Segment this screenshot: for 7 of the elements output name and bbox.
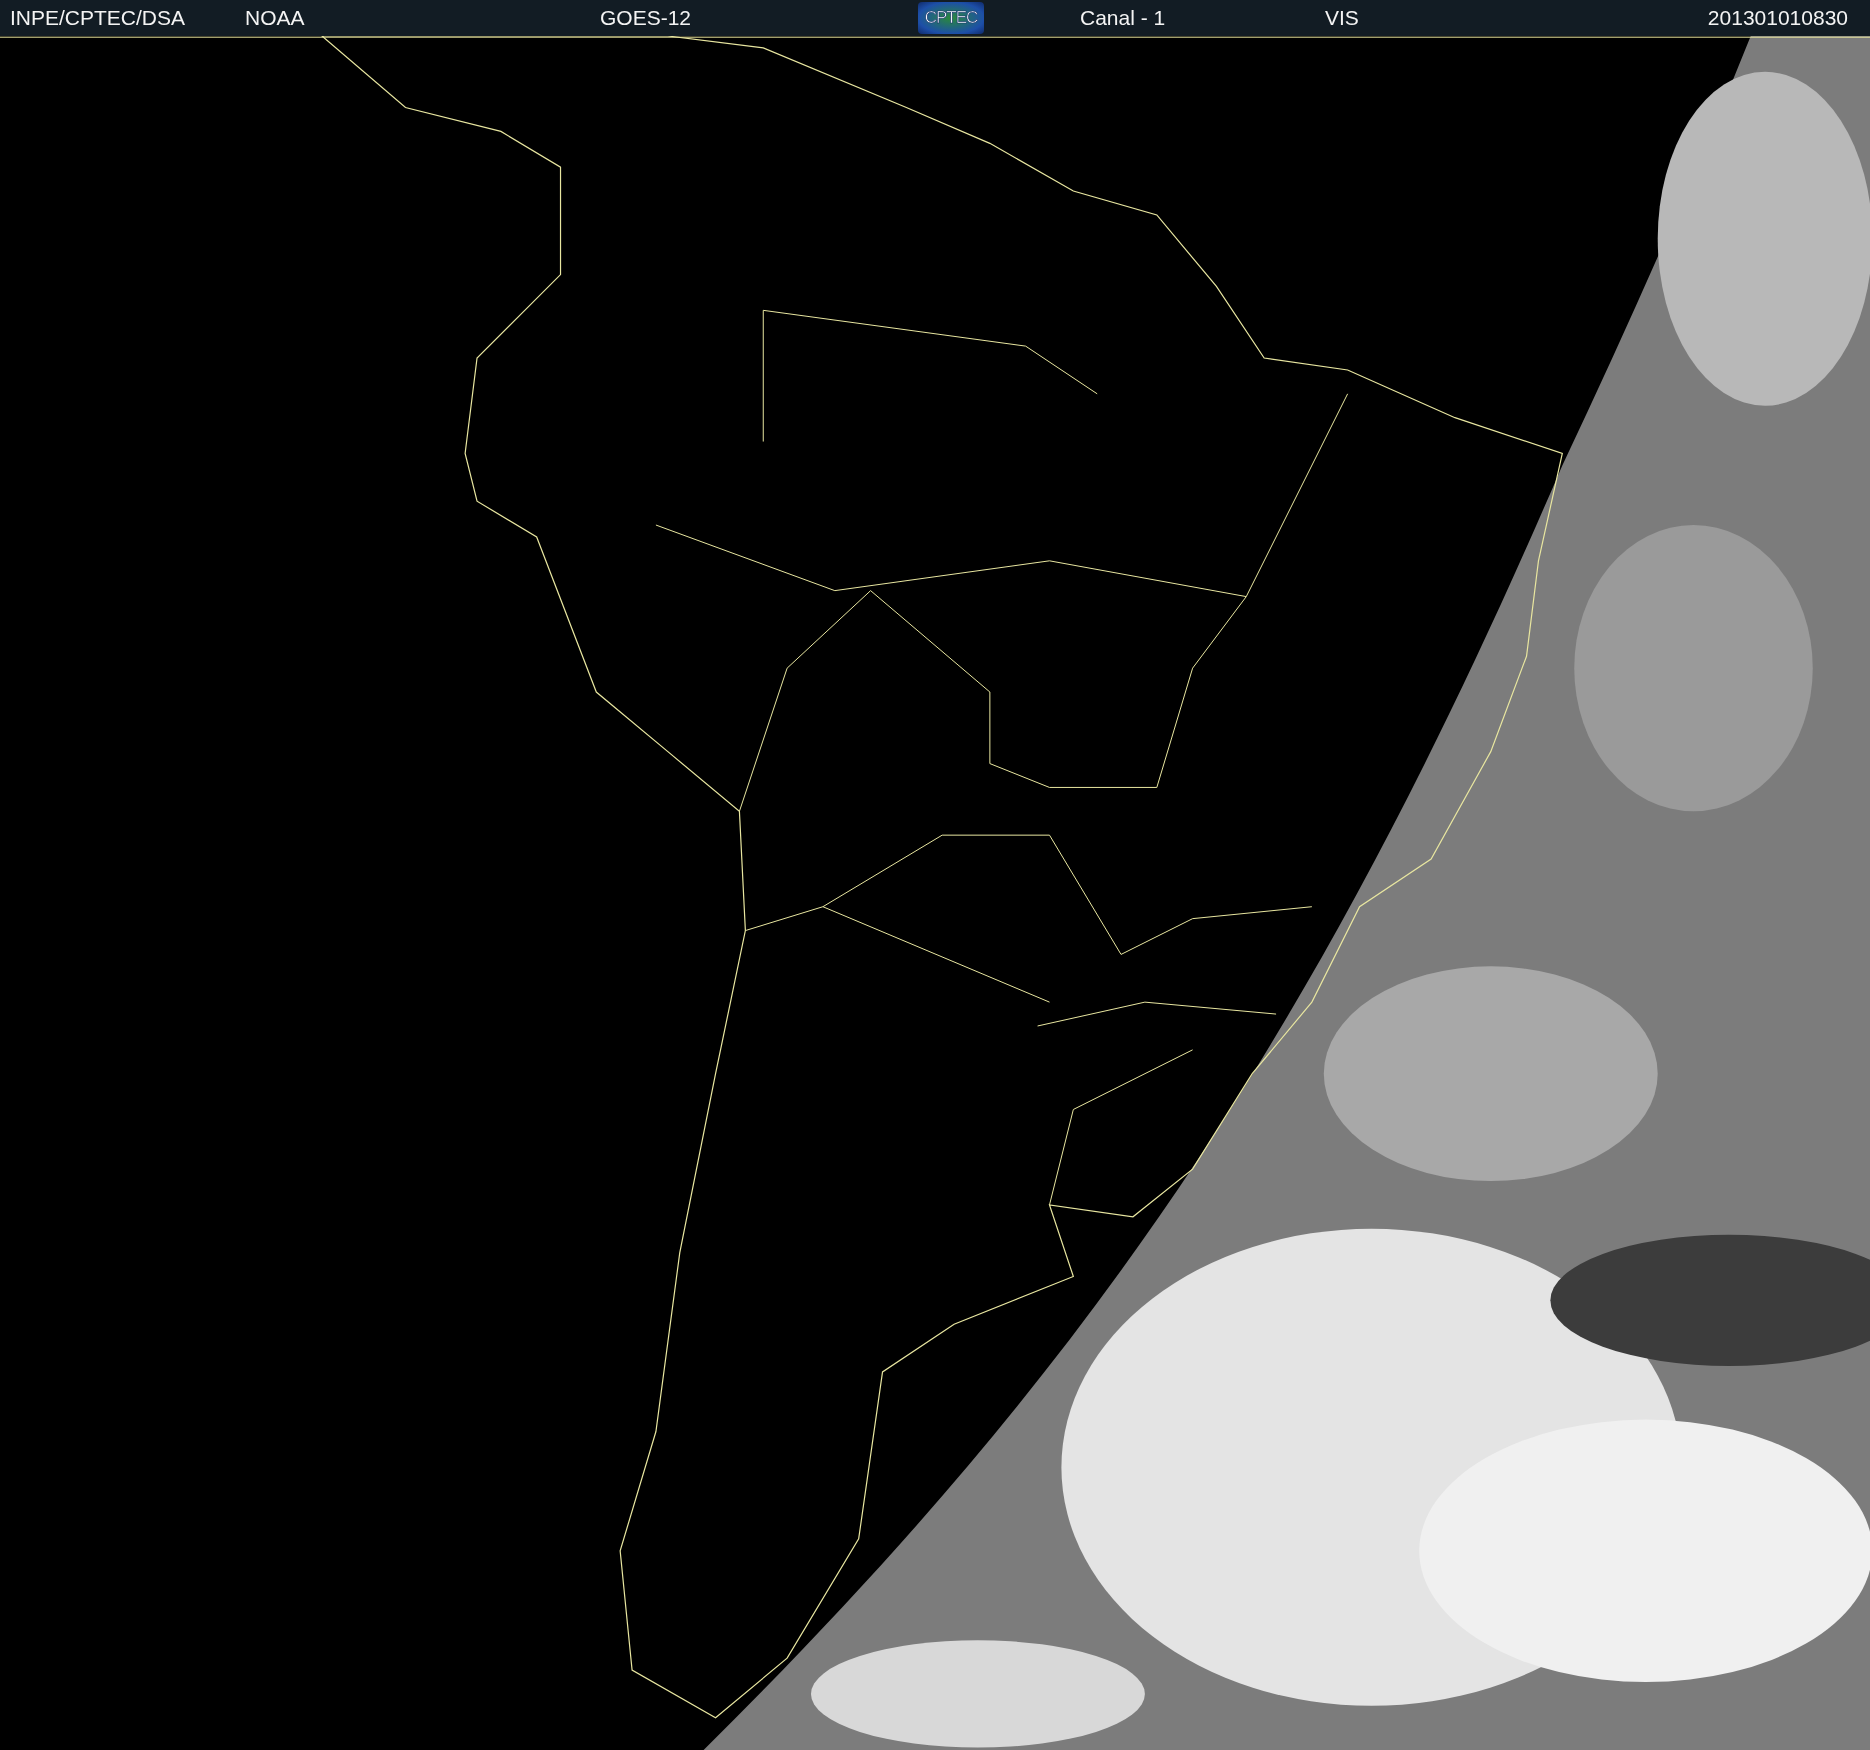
header-label: NOAA xyxy=(245,6,305,30)
header-label: INPE/CPTEC/DSA xyxy=(10,6,186,30)
header-label: GOES-12 xyxy=(600,6,692,30)
channel-label: Canal - 1 xyxy=(1080,6,1166,30)
logo: CPTEC xyxy=(918,2,984,34)
timestamp: 201301010830 xyxy=(1707,6,1848,30)
band-label: VIS xyxy=(1325,6,1359,30)
